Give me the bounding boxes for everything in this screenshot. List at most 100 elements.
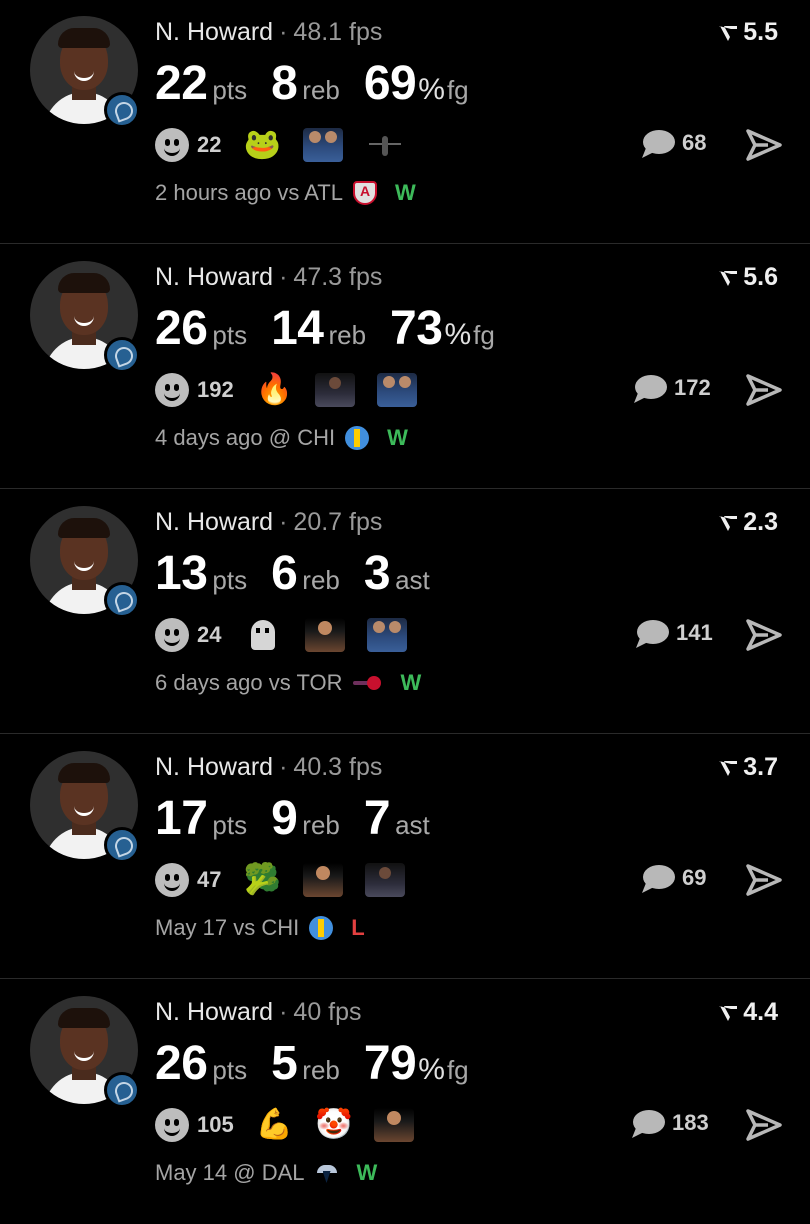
stat-unit: reb	[328, 320, 367, 350]
mouth-shape	[164, 1126, 180, 1136]
game-card[interactable]: N. Howard · 40.3 fps 3.7 17 pts 9 reb 7 as…	[0, 735, 810, 979]
person-photo-sticker[interactable]	[374, 1108, 415, 1142]
rating-arrow-icon	[717, 268, 739, 288]
stat-unit: reb	[302, 1055, 340, 1085]
share-send-icon[interactable]	[746, 618, 782, 652]
game-matchup[interactable]: vs TOR	[269, 670, 343, 696]
stat-unit: fg	[446, 75, 469, 105]
game-card[interactable]: N. Howard · 40 fps 4.4 26 pts 5 reb 79 % f…	[0, 980, 810, 1224]
rating-badge: 4.4	[717, 998, 778, 1027]
dark-photo-sticker[interactable]	[364, 863, 405, 897]
stat-item: 17 pts	[155, 791, 247, 846]
comment-button[interactable]: 141	[634, 618, 713, 648]
frog-emoji[interactable]: 🐸	[243, 128, 280, 162]
share-send-icon[interactable]	[746, 128, 782, 162]
player-header: N. Howard · 48.1 fps	[155, 18, 382, 47]
chicago-sky-logo	[309, 916, 334, 940]
game-card[interactable]: N. Howard · 20.7 fps 2.3 13 pts 6 reb 3 as…	[0, 490, 810, 734]
add-reaction-smiley-icon[interactable]	[155, 863, 189, 897]
comment-button[interactable]: 172	[632, 373, 711, 403]
two-people-sticker[interactable]	[302, 128, 343, 162]
two-people-sticker[interactable]	[367, 618, 408, 652]
rating-arrow-icon	[717, 1003, 739, 1023]
comment-button[interactable]: 183	[630, 1108, 709, 1138]
stat-unit: pts	[212, 1055, 248, 1085]
reaction-count[interactable]: 24	[197, 622, 221, 648]
stat-item: 69 % fg	[364, 56, 469, 111]
figure-sticker[interactable]	[365, 128, 405, 162]
dallas-wings-logo	[315, 1161, 339, 1185]
reaction-count[interactable]: 22	[197, 132, 221, 158]
stat-unit: pts	[212, 565, 248, 595]
stat-unit: reb	[302, 810, 340, 840]
reaction-count[interactable]: 47	[197, 867, 221, 893]
game-card[interactable]: N. Howard · 48.1 fps 5.5 22 pts 8 reb 69 %…	[0, 0, 810, 244]
fps-value: 20.7 fps	[293, 508, 383, 536]
game-matchup[interactable]: @ DAL	[233, 1160, 304, 1186]
eye-shape	[165, 139, 170, 146]
comment-count: 68	[682, 130, 707, 155]
game-matchup[interactable]: vs CHI	[233, 915, 299, 941]
comment-button[interactable]: 69	[640, 863, 706, 893]
comment-button[interactable]: 68	[640, 128, 706, 158]
mouth-shape	[164, 881, 180, 891]
game-time: 2 hours ago	[155, 180, 272, 205]
team-badge-icon	[104, 582, 140, 618]
stat-value: 7	[363, 792, 391, 845]
player-header: N. Howard · 40.3 fps	[155, 753, 382, 782]
add-reaction-smiley-icon[interactable]	[155, 618, 189, 652]
player-name[interactable]: N. Howard	[155, 998, 273, 1026]
rating-badge: 5.6	[717, 263, 778, 292]
player-name[interactable]: N. Howard	[155, 508, 273, 536]
chicago-sky-logo	[345, 426, 370, 450]
game-matchup[interactable]: vs ATL	[277, 180, 343, 206]
player-name[interactable]: N. Howard	[155, 263, 273, 291]
share-send-icon[interactable]	[746, 863, 782, 897]
stat-percent-sign: %	[444, 318, 472, 351]
comment-count: 69	[682, 865, 707, 890]
game-matchup[interactable]: @ CHI	[269, 425, 335, 451]
dark-photo-sticker[interactable]	[315, 373, 356, 407]
stat-value: 13	[155, 547, 208, 600]
stat-percent-sign: %	[418, 1053, 445, 1086]
eye-shape	[174, 384, 179, 391]
stat-unit: pts	[212, 75, 248, 105]
stat-item: 5 reb	[271, 1036, 340, 1091]
rating-value: 2.3	[743, 508, 778, 536]
game-info: May 14 @ DAL W	[155, 1160, 377, 1186]
reaction-row: 24	[155, 618, 429, 652]
clown-emoji[interactable]: 🤡	[315, 1108, 352, 1142]
game-result: W	[356, 1160, 378, 1185]
game-card[interactable]: N. Howard · 47.3 fps 5.6 26 pts 14 reb 73 …	[0, 245, 810, 489]
separator-dot: ·	[279, 18, 288, 46]
add-reaction-smiley-icon[interactable]	[155, 373, 189, 407]
stat-unit: pts	[212, 320, 248, 350]
reaction-row: 105 💪 🤡	[155, 1108, 436, 1142]
broccoli-emoji[interactable]: 🥦	[243, 863, 280, 897]
team-badge-icon	[104, 92, 140, 128]
person-photo-sticker[interactable]	[305, 618, 346, 652]
share-send-icon[interactable]	[746, 373, 782, 407]
separator-dot: ·	[279, 998, 288, 1026]
add-reaction-smiley-icon[interactable]	[155, 128, 189, 162]
reaction-count[interactable]: 192	[197, 377, 234, 403]
game-info: 6 days ago vs TOR W	[155, 670, 421, 696]
player-name[interactable]: N. Howard	[155, 753, 273, 781]
flexed-biceps-emoji[interactable]: 💪	[256, 1108, 293, 1142]
player-name[interactable]: N. Howard	[155, 18, 273, 46]
two-people-sticker[interactable]	[377, 373, 418, 407]
add-reaction-smiley-icon[interactable]	[155, 1108, 189, 1142]
stat-item: 3 ast	[364, 546, 430, 601]
toronto-tempo-logo	[352, 671, 383, 695]
ghost-emoji[interactable]	[243, 618, 283, 652]
rating-arrow-icon	[717, 23, 739, 43]
share-send-icon[interactable]	[746, 1108, 782, 1142]
person-photo-sticker[interactable]	[302, 863, 343, 897]
rating-arrow-icon	[717, 513, 739, 533]
team-badge-icon	[104, 827, 140, 863]
stat-value: 6	[271, 547, 298, 600]
rating-badge: 5.5	[717, 18, 778, 47]
eye-shape	[174, 629, 179, 636]
reaction-count[interactable]: 105	[197, 1112, 234, 1138]
fire-emoji[interactable]: 🔥	[256, 373, 293, 407]
